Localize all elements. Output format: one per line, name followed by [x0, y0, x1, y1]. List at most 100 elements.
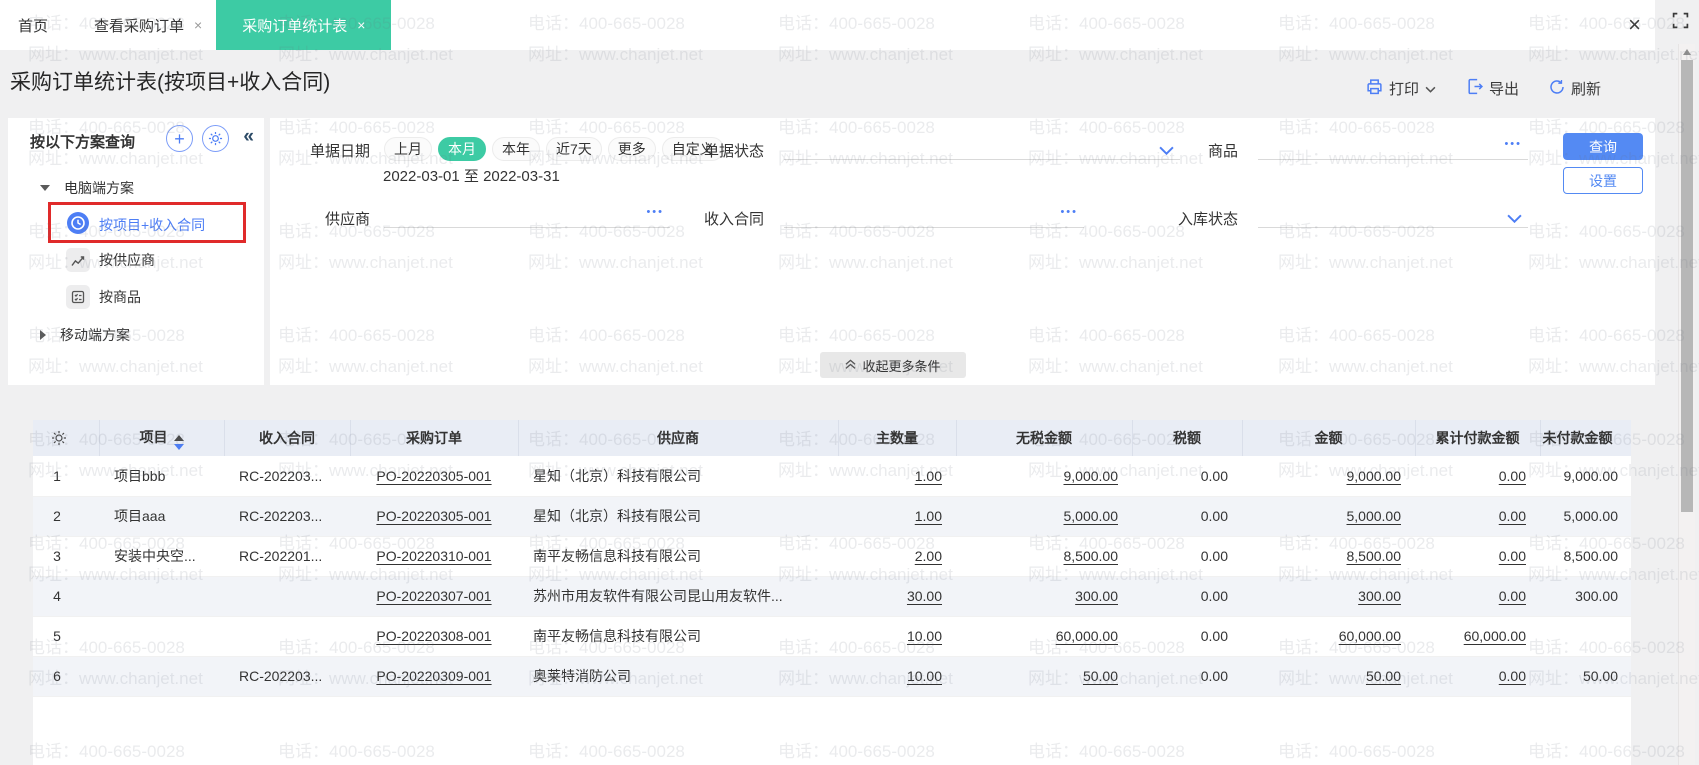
plan-settings-button[interactable]: [202, 125, 229, 152]
refresh-icon: [1549, 79, 1565, 99]
cell-untaxed-link[interactable]: 60,000.00: [956, 616, 1132, 657]
supplier-input[interactable]: •••: [384, 202, 670, 228]
cell-paid-link[interactable]: 60,000.00: [1415, 616, 1540, 657]
cell-amount-link[interactable]: 5,000.00: [1242, 496, 1415, 537]
add-plan-button[interactable]: +: [166, 125, 193, 152]
cell-qty-link[interactable]: 10.00: [838, 616, 956, 657]
cell-po-link[interactable]: PO-20220308-001: [350, 616, 518, 657]
table-header-row: 项目 收入合同 采购订单 供应商 主数量 无税金额 税额 金额 累计付款金额 未…: [33, 420, 1631, 456]
caret-right-icon[interactable]: [40, 330, 46, 340]
settings-button[interactable]: 设置: [1563, 167, 1643, 194]
status-select[interactable]: [784, 134, 1180, 160]
tab-purchase-order-stats[interactable]: 采购订单统计表 ×: [216, 0, 392, 50]
cell-paid-link[interactable]: 0.00: [1415, 576, 1540, 617]
fullscreen-icon[interactable]: [1672, 12, 1689, 34]
table-row: 2 项目aaa RC-202203... PO-20220305-001 星知（北京）科…: [33, 496, 1631, 537]
column-header-unpaid-amount[interactable]: 未付款金额: [1540, 420, 1631, 456]
cell-qty-link[interactable]: 1.00: [838, 456, 956, 497]
date-pill-更多[interactable]: 更多: [607, 137, 656, 161]
cell-contract: RC-202203...: [224, 496, 350, 537]
cell-paid-link[interactable]: 0.00: [1415, 456, 1540, 497]
cell-amount-link[interactable]: 9,000.00: [1242, 456, 1415, 497]
export-icon: [1466, 78, 1484, 99]
date-range-value[interactable]: 2022-03-01 至 2022-03-31: [383, 165, 560, 186]
date-filter-label: 单据日期: [309, 143, 370, 160]
cell-amount-link[interactable]: 300.00: [1242, 576, 1415, 617]
date-pill-近7天[interactable]: 近7天: [546, 137, 602, 161]
contract-input[interactable]: •••: [784, 202, 1084, 228]
column-header-amount[interactable]: 金额: [1242, 420, 1416, 456]
column-header-purchase-order[interactable]: 采购订单: [350, 420, 519, 456]
scrollbar-up-arrow-icon[interactable]: [1683, 49, 1691, 55]
tab-home[interactable]: 首页: [18, 0, 48, 50]
row-number: 4: [33, 576, 99, 617]
cell-amount-link[interactable]: 50.00: [1242, 656, 1415, 697]
cell-paid-link[interactable]: 0.00: [1415, 496, 1540, 537]
cell-qty-link[interactable]: 10.00: [838, 656, 956, 697]
tab-label: 采购订单统计表: [242, 17, 348, 35]
column-header-supplier[interactable]: 供应商: [518, 420, 839, 456]
cell-qty-link[interactable]: 2.00: [838, 536, 956, 577]
cell-project: 安装中央空...: [99, 536, 224, 577]
sidebar-item-project-contract[interactable]: 按项目+收入合同: [66, 211, 205, 238]
column-header-paid-amount[interactable]: 累计付款金额: [1415, 420, 1541, 456]
close-tab-icon[interactable]: ×: [194, 17, 202, 33]
cell-unpaid: 5,000.00: [1540, 496, 1631, 537]
cell-qty-link[interactable]: 30.00: [838, 576, 956, 617]
cell-po-link[interactable]: PO-20220305-001: [350, 496, 518, 537]
date-pill-本年[interactable]: 本年: [492, 137, 540, 161]
cell-po-link[interactable]: PO-20220305-001: [350, 456, 518, 497]
stockin-filter-label: 入库状态: [1177, 211, 1238, 228]
more-options-icon[interactable]: •••: [1060, 206, 1078, 218]
cell-untaxed-link[interactable]: 9,000.00: [956, 456, 1132, 497]
more-options-icon[interactable]: •••: [646, 206, 664, 218]
close-icon[interactable]: ×: [1628, 0, 1641, 50]
query-button[interactable]: 查询: [1563, 133, 1643, 160]
more-options-icon[interactable]: •••: [1504, 138, 1522, 150]
export-button[interactable]: 导出: [1466, 78, 1519, 99]
cell-project: 项目aaa: [99, 496, 224, 537]
chevron-down-icon[interactable]: [1507, 210, 1522, 228]
cell-amount-link[interactable]: 60,000.00: [1242, 616, 1415, 657]
date-pill-上月[interactable]: 上月: [384, 137, 432, 161]
column-header-qty[interactable]: 主数量: [838, 420, 957, 456]
close-tab-icon[interactable]: ×: [357, 17, 365, 33]
cell-qty-link[interactable]: 1.00: [838, 496, 956, 537]
cell-po-link[interactable]: PO-20220307-001: [350, 576, 518, 617]
cell-paid-link[interactable]: 0.00: [1415, 656, 1540, 697]
refresh-button[interactable]: 刷新: [1549, 78, 1601, 99]
cell-po-link[interactable]: PO-20220309-001: [350, 656, 518, 697]
goods-input[interactable]: •••: [1258, 134, 1528, 160]
cell-amount-link[interactable]: 8,500.00: [1242, 536, 1415, 577]
print-button[interactable]: 打印: [1366, 78, 1436, 99]
cell-paid-link[interactable]: 0.00: [1415, 536, 1540, 577]
cell-tax: 0.00: [1132, 536, 1242, 577]
sidebar-item-supplier[interactable]: 按供应商: [66, 248, 155, 272]
cell-untaxed-link[interactable]: 5,000.00: [956, 496, 1132, 537]
sidebar-item-goods[interactable]: 按商品: [66, 285, 141, 309]
tab-view-purchase-orders[interactable]: 查看采购订单 ×: [94, 0, 202, 50]
column-header-tax[interactable]: 税额: [1132, 420, 1243, 456]
sidebar-group-pc[interactable]: 电脑端方案: [40, 178, 134, 198]
sidebar-group-mobile[interactable]: 移动端方案: [40, 325, 130, 345]
cell-unpaid: 300.00: [1540, 576, 1631, 617]
collapse-more-conditions-button[interactable]: 收起更多条件: [820, 352, 966, 378]
cell-po-link[interactable]: PO-20220310-001: [350, 536, 518, 577]
tab-label: 首页: [18, 17, 49, 35]
cell-untaxed-link[interactable]: 300.00: [956, 576, 1132, 617]
clock-icon: [66, 211, 90, 238]
scrollbar-thumb[interactable]: [1681, 60, 1693, 512]
sidebar-item-label: 按项目+收入合同: [99, 216, 206, 233]
collapse-sidebar-icon[interactable]: «: [243, 126, 254, 148]
cell-untaxed-link[interactable]: 8,500.00: [956, 536, 1132, 577]
column-header-contract[interactable]: 收入合同: [224, 420, 351, 456]
column-settings-gear-icon[interactable]: [33, 420, 100, 456]
cell-untaxed-link[interactable]: 50.00: [956, 656, 1132, 697]
stockin-select[interactable]: [1258, 202, 1528, 228]
date-pill-本月[interactable]: 本月: [438, 137, 486, 161]
sort-icon[interactable]: [173, 434, 184, 450]
column-header-project[interactable]: 项目: [99, 420, 225, 456]
column-header-untaxed-amount[interactable]: 无税金额: [956, 420, 1133, 456]
cell-unpaid: [1540, 616, 1631, 657]
caret-down-icon[interactable]: [40, 185, 50, 191]
